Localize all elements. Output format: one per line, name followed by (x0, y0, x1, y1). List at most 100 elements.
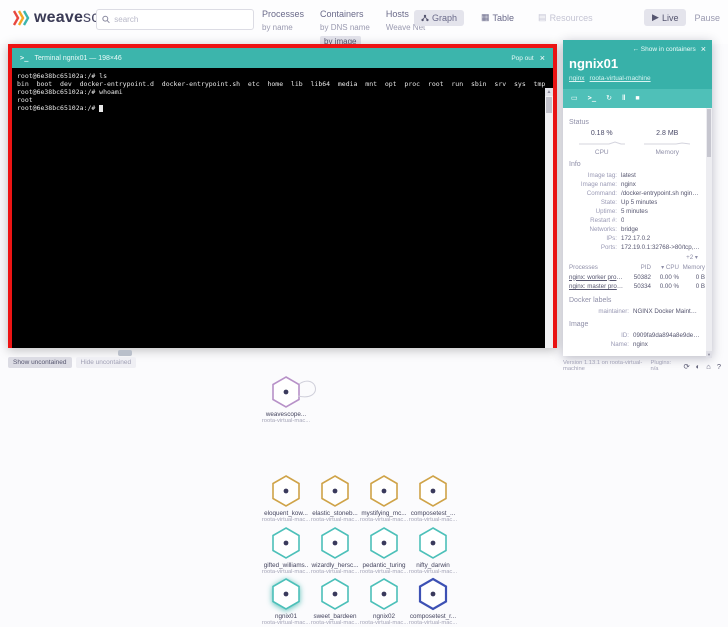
hexagon-icon (321, 527, 349, 559)
version-text: Version 1.13.1 on roota-virtual-machine (563, 360, 643, 372)
attach-icon[interactable]: ▭ (571, 95, 578, 102)
panel-close-icon[interactable]: × (701, 44, 706, 54)
topology-containers[interactable]: Containers (320, 9, 370, 19)
play-icon: ▶ (652, 12, 659, 22)
terminal-line: root@6e38bc65102a:/# (17, 104, 541, 112)
info-row: Image name: nginx (580, 181, 636, 188)
restart-icon[interactable]: ↻ (606, 95, 612, 102)
cpu-metric: 0.18 % CPU (578, 130, 625, 156)
search-icon (102, 15, 110, 24)
terminal-prompt-icon: >_ (20, 54, 29, 62)
image-heading: Image (569, 320, 589, 328)
node-sublabel: roota-virtual-mac... (408, 569, 458, 575)
hexagon-icon (370, 475, 398, 507)
memory-value: 2.8 MB (656, 130, 679, 137)
search-input[interactable] (114, 15, 248, 24)
process-row: nginx: master proce... 50334 0.00 % 0 B (569, 282, 705, 292)
topology-processes-by-name[interactable]: by name (262, 23, 304, 32)
hexagon-icon (272, 527, 300, 559)
terminal-scroll-thumb[interactable] (546, 97, 552, 113)
graph-node[interactable]: weavescope... roota-virtual-mac... (254, 374, 318, 424)
hexagon-icon (272, 578, 300, 610)
table-icon: ▦ (481, 12, 490, 22)
node-sublabel: roota-virtual-mac... (408, 517, 458, 523)
node-sublabel: roota-virtual-mac... (408, 620, 458, 626)
help-icon[interactable]: ? (717, 362, 721, 371)
hexagon-icon (419, 475, 447, 507)
processes-table: Processes PID ▾ CPU Memory nginx: worker… (569, 263, 705, 292)
debug-icon[interactable]: ⌂ (706, 362, 711, 371)
live-button[interactable]: ▶ Live (644, 9, 687, 26)
popout-button[interactable]: Pop out (511, 55, 533, 62)
terminal-line: root@6e38bc65102a:/# ls (17, 72, 108, 80)
topology-processes[interactable]: Processes (262, 9, 304, 19)
scroll-up-icon[interactable]: ▲ (545, 88, 553, 96)
resources-icon: ▤ (538, 12, 547, 22)
exec-shell-icon[interactable]: >_ (588, 95, 596, 102)
cpu-value: 0.18 % (590, 130, 613, 137)
table-view-button[interactable]: ▦ Table (474, 9, 521, 26)
info-row: Networks: bridge (589, 226, 639, 233)
info-row: Command:/docker-entrypoint.sh nginx -g d… (586, 190, 700, 197)
cpu-sort-header[interactable]: ▾ CPU (651, 263, 679, 273)
hexagon-icon (419, 527, 447, 559)
info-row: Ports:172.19.0.1:32768->80/tcp, 192.168.… (600, 244, 700, 251)
process-link[interactable]: nginx: worker process (569, 273, 625, 283)
terminal-output[interactable]: root@6e38bc65102a:/# ls bin boot dev doc… (12, 68, 553, 348)
status-heading: Status (569, 119, 589, 126)
processes-header[interactable]: Processes (569, 263, 625, 273)
container-actions-toolbar: ▭ >_ ↻ ‖ ■ (563, 89, 712, 108)
topology-nav: Processes by name Containers by DNS name… (262, 9, 425, 47)
hexagon-icon (272, 475, 300, 507)
node-label: weavescope... (265, 411, 307, 418)
search-box[interactable] (96, 9, 254, 30)
graph-node[interactable]: composetest_r... roota-virtual-mac... (401, 576, 465, 626)
pause-icon[interactable]: ‖ (622, 95, 625, 102)
info-row: Uptime: 5 minutes (595, 208, 648, 215)
pause-button[interactable]: Pause (694, 13, 720, 23)
terminal-scrollbar[interactable]: ▲ (545, 88, 553, 348)
logo-icon (12, 10, 30, 26)
graph-icon (421, 14, 429, 21)
memory-header[interactable]: Memory (679, 263, 705, 273)
topology-containers-by-dns[interactable]: by DNS name (320, 23, 370, 32)
show-uncontained-button[interactable]: Show uncontained (8, 357, 72, 368)
resources-view-button[interactable]: ▤ Resources (531, 9, 600, 26)
hexagon-icon (370, 527, 398, 559)
pid-header[interactable]: PID (625, 263, 651, 273)
memory-metric: 2.8 MB Memory (644, 130, 691, 156)
graph-view-label: Graph (432, 12, 458, 23)
hexagon-icon (321, 578, 349, 610)
host-link[interactable]: roota-virtual-machine (590, 75, 651, 82)
scroll-down-icon[interactable]: ▼ (706, 351, 712, 358)
terminal-close-icon[interactable]: × (540, 53, 545, 63)
hide-uncontained-button[interactable]: Hide uncontained (75, 357, 137, 368)
top-header: weavescope Processes by name Containers … (0, 0, 728, 47)
show-more-link[interactable]: +2 ▾ (569, 254, 698, 261)
process-link[interactable]: nginx: master proce... (569, 282, 625, 292)
graph-node[interactable]: composetest_... roota-virtual-mac... (401, 473, 465, 523)
live-controls: ▶ Live Pause (644, 9, 720, 26)
info-heading: Info (569, 161, 581, 168)
resources-view-label: Resources (549, 12, 593, 23)
show-in-containers-link[interactable]: ← Show in containers (633, 46, 696, 53)
uncontained-toggle: Show uncontained Hide uncontained (8, 357, 137, 368)
terminal-line: root@6e38bc65102a:/# whoami (17, 88, 123, 96)
refresh-icon[interactable]: ⟳ (683, 362, 689, 371)
stop-icon[interactable]: ■ (635, 95, 639, 102)
image-link[interactable]: nginx (569, 75, 585, 82)
image-row: Name: nginx (610, 340, 648, 348)
hexagon-icon (370, 578, 398, 610)
info-row: Image tag: latest (587, 172, 636, 179)
terminal-titlebar: >_ Terminal ngnix01 — 198×46 Pop out × (12, 48, 553, 68)
contrast-icon[interactable]: ◐ (696, 362, 701, 371)
graph-node[interactable]: nifty_darwin roota-virtual-mac... (401, 525, 465, 575)
panel-scrollbar[interactable]: ▼ (706, 108, 712, 358)
details-panel-body: Status 0.18 % CPU 2.8 MB Memory Info Ima… (563, 108, 712, 358)
terminal-window: >_ Terminal ngnix01 — 198×46 Pop out × r… (8, 44, 557, 348)
graph-view-button[interactable]: Graph (414, 9, 465, 26)
horizontal-scroll-thumb[interactable] (118, 350, 132, 356)
panel-scroll-thumb[interactable] (707, 109, 711, 157)
memory-sparkline (644, 142, 691, 145)
node-label: composetest_r... (409, 613, 457, 620)
